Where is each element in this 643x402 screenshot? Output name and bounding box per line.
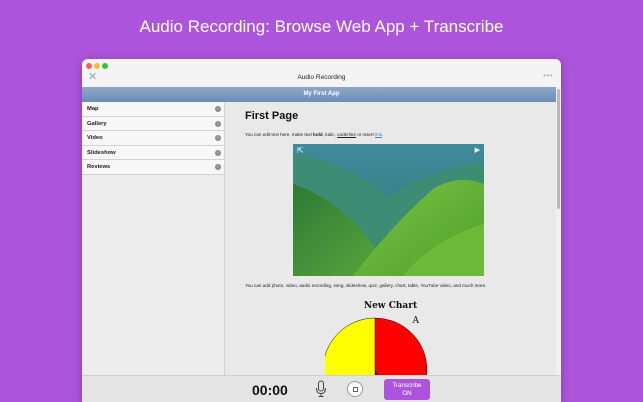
sidebar-item-label: Slideshow: [87, 149, 116, 156]
scrollbar-thumb[interactable]: [557, 89, 560, 209]
landscape-image: [293, 144, 484, 276]
title-bar: ✕ Audio Recording •••: [82, 59, 561, 87]
sidebar-item-reviews[interactable]: Reviews ›: [82, 160, 224, 175]
chevron-right-icon: ›: [215, 106, 221, 112]
intro-paragraph: You can edit text here, make text bold, …: [245, 132, 383, 137]
sidebar: Map › Gallery › Video › Slideshow › Revi…: [82, 102, 225, 375]
intro-text-1: You can edit text here, make text: [245, 132, 314, 137]
recording-bar: 00:00 Transcribe ON: [82, 375, 561, 402]
microphone-icon[interactable]: [315, 380, 327, 398]
window-minimize-button[interactable]: [94, 63, 100, 69]
window-title: Audio Recording: [297, 74, 346, 81]
sidebar-item-map[interactable]: Map ›: [82, 102, 224, 117]
window-close-button[interactable]: [86, 63, 92, 69]
page-title: First Page: [245, 110, 299, 122]
sidebar-item-label: Reviews: [87, 164, 111, 171]
landscape-photo[interactable]: ⇱ ▶: [293, 144, 484, 276]
sidebar-item-label: Video: [87, 135, 103, 142]
app-bar-title: My First App: [82, 87, 561, 102]
stop-icon: [353, 387, 358, 392]
intro-text-2: , italic,: [322, 132, 338, 137]
page-content: First Page You can edit text here, make …: [225, 102, 556, 375]
scrollbar[interactable]: [556, 87, 561, 375]
chevron-right-icon: ›: [215, 135, 221, 142]
open-external-icon[interactable]: ⇱: [297, 147, 304, 155]
app-window: ✕ Audio Recording ••• My First App Map ›…: [82, 59, 561, 402]
intro-text-4: .: [381, 132, 384, 137]
sidebar-item-slideshow[interactable]: Slideshow ›: [82, 145, 224, 161]
intro-text-3: or insert: [355, 132, 376, 137]
more-icon[interactable]: •••: [543, 71, 553, 80]
sidebar-item-gallery[interactable]: Gallery ›: [82, 116, 224, 132]
stop-button[interactable]: [347, 381, 363, 397]
play-icon[interactable]: ▶: [475, 147, 480, 154]
sidebar-item-video[interactable]: Video ›: [82, 131, 224, 146]
pie-chart: A: [325, 316, 428, 375]
transcribe-state: ON: [402, 389, 412, 397]
chevron-right-icon: ›: [215, 164, 221, 171]
transcribe-toggle-button[interactable]: Transcribe ON: [384, 379, 430, 400]
promo-headline: Audio Recording: Browse Web App + Transc…: [139, 17, 504, 36]
chart-title: New Chart: [363, 301, 418, 311]
recording-timer: 00:00: [252, 382, 288, 398]
intro-bold-text: bold: [313, 132, 323, 137]
pie-slice-label: A: [412, 316, 420, 326]
intro-underline-text: underline: [337, 132, 356, 137]
pie-slice-2: [325, 317, 376, 375]
sidebar-item-label: Map: [87, 106, 99, 112]
features-paragraph: You can add photo, video, audio recordin…: [245, 283, 487, 288]
chevron-right-icon: ›: [215, 149, 221, 156]
pie-slice-0: [374, 317, 428, 375]
sidebar-item-label: Gallery: [87, 120, 107, 127]
transcribe-label: Transcribe: [392, 381, 422, 389]
window-zoom-button[interactable]: [102, 63, 108, 69]
intro-link[interactable]: link: [375, 132, 382, 137]
chevron-right-icon: ›: [215, 120, 221, 127]
